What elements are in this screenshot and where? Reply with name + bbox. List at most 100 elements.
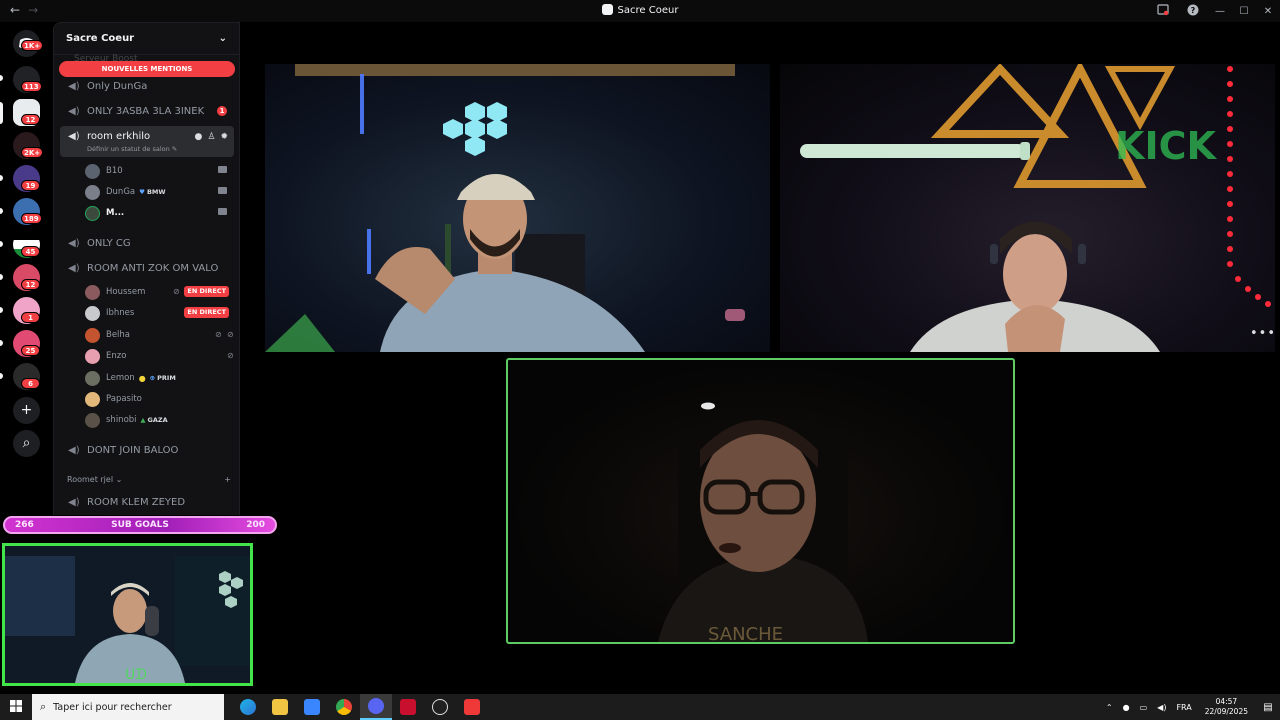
muted-mic-icon: ⊘ [215, 330, 222, 339]
selected-pip [0, 102, 3, 124]
avatar [85, 412, 100, 428]
member-name: B10 [106, 166, 123, 176]
server-badge: 6 [21, 378, 40, 389]
voice-channel-icon: ◀) [68, 131, 80, 142]
muted-mic-icon: ⊘ [227, 351, 234, 360]
svg-text:ᑌᗪ: ᑌᗪ [125, 667, 147, 683]
voice-member[interactable]: M... [85, 203, 233, 223]
unread-pip [0, 75, 3, 81]
svg-text:SANCHE: SANCHE [708, 624, 783, 642]
camera-icon [218, 208, 227, 215]
chrome-app-icon[interactable] [328, 694, 360, 720]
channel-room-erkhilo[interactable]: ◀) room erkhilo Définir un statut de sal… [60, 126, 234, 157]
member-name: shinobi [106, 415, 137, 425]
taskbar-search-box[interactable]: ⌕ Taper ici pour rechercher [32, 694, 224, 720]
voice-member[interactable]: shinobi ▲ GAZA [85, 410, 233, 430]
obs-app-icon[interactable] [424, 694, 456, 720]
channel-name: DONT JOIN BALOO [87, 444, 179, 456]
server-icon [601, 4, 613, 15]
server-badge: 1 [21, 312, 40, 323]
flag-icon: ▲ [140, 416, 146, 424]
windows-start-icon[interactable] [0, 699, 32, 715]
invite-user-icon[interactable]: ♙ [207, 132, 215, 142]
gear-icon[interactable]: ✹ [220, 132, 228, 142]
category-name: Roomet rjel ⌄ [67, 475, 123, 484]
chevron-down-icon: ⌄ [218, 33, 227, 44]
more-options-icon[interactable]: ••• [1250, 326, 1276, 341]
channel-only-3asba[interactable]: ◀) ONLY 3ASBA 3LA 3INEK 1 [60, 100, 234, 122]
windows-taskbar: ⌕ Taper ici pour rechercher ⌃ ● ▭ ◀) FRA… [0, 694, 1280, 720]
window-title-text: Sacre Coeur [617, 5, 679, 16]
voice-member[interactable]: Ibhnes ⊘ EN DIRECT [85, 303, 233, 323]
member-name: Lemon [106, 373, 135, 383]
category-roomet-rjel[interactable]: Roomet rjel ⌄ + [67, 475, 231, 484]
chevron-up-icon[interactable]: ⌃ [1106, 703, 1113, 712]
voice-member[interactable]: Houssem ⊘ ⊘ EN DIRECT [85, 282, 233, 302]
deafened-icon: ⊘ [227, 330, 234, 339]
video-tile-speaker[interactable]: SANCHE [506, 358, 1015, 644]
live-badge: EN DIRECT [184, 286, 229, 297]
discord-app-icon[interactable] [360, 694, 392, 720]
channel-sidebar: Sacre Coeur ⌄ Serveur Boost NOUVELLES ME… [53, 22, 240, 515]
unread-pip [0, 373, 3, 379]
minimize-button[interactable]: — [1208, 6, 1232, 17]
voice-member[interactable]: B10 [85, 161, 233, 181]
network-icon[interactable]: ▭ [1140, 703, 1148, 712]
system-tray: ⌃ ● ▭ ◀) FRA 04:57 22/09/2025 ▤ [1101, 694, 1280, 720]
help-icon[interactable]: ? [1178, 4, 1208, 19]
unread-pip [0, 274, 3, 280]
voice-member[interactable]: Lemon ● ⊕ PRIM [85, 368, 233, 388]
channel-status[interactable]: Définir un statut de salon ✎ [87, 145, 177, 153]
channel-room-anti-zok[interactable]: ◀) ROOM ANTI ZOK OM VALO [60, 257, 234, 279]
video-tile-streamer-a[interactable] [265, 64, 770, 352]
inbox-icon[interactable] [1148, 3, 1178, 19]
language-indicator[interactable]: FRA [1176, 703, 1191, 712]
heart-icon: ♥ [139, 188, 145, 196]
pinned-apps [232, 694, 488, 720]
channel-dont-join-baloo[interactable]: ◀) DONT JOIN BALOO [60, 439, 234, 461]
chat-bubble-icon[interactable]: ● [195, 132, 203, 142]
server-rail: 1K+ 113 12 2K+ 19 189 45 12 1 25 6 + ⌕ [0, 22, 53, 515]
voice-channel-icon: ◀) [68, 262, 80, 274]
vivaldi-app-icon[interactable] [456, 694, 488, 720]
volume-icon[interactable]: ◀) [1157, 703, 1166, 712]
voice-member[interactable]: DunGa ♥ BMW [85, 182, 233, 202]
channel-name: room erkhilo [87, 131, 151, 142]
server-badge: 12 [21, 114, 40, 125]
add-channel-icon[interactable]: + [224, 475, 231, 484]
video-tile-streamer-b[interactable]: KICK [780, 64, 1275, 352]
avatar [85, 184, 100, 200]
voice-member[interactable]: Enzo ⊘ [85, 346, 234, 366]
member-name: Enzo [106, 351, 127, 361]
member-tag-text: PRIM [157, 374, 176, 382]
server-header[interactable]: Sacre Coeur ⌄ [54, 23, 239, 55]
add-server-button[interactable]: + [13, 397, 40, 424]
member-tag: ♥ BMW [139, 188, 165, 196]
microphone-icon[interactable]: ● [1123, 703, 1130, 712]
channel-room-klem-zeyed[interactable]: ◀) ROOM KLEM ZEYED [60, 491, 234, 513]
unread-badge: 1 [217, 106, 227, 116]
maximize-button[interactable]: ☐ [1232, 6, 1256, 17]
file-explorer-icon[interactable] [264, 694, 296, 720]
member-tag-text: GAZA [147, 416, 168, 424]
channel-only-dunga[interactable]: ◀) Only DunGa [60, 75, 234, 97]
explore-servers-button[interactable]: ⌕ [13, 430, 40, 457]
voice-member[interactable]: Belha ⊘ ⊘ [85, 325, 234, 345]
video-feed: KICK [800, 64, 1271, 352]
clock[interactable]: 04:57 22/09/2025 [1205, 697, 1248, 717]
edge-app-icon[interactable] [232, 694, 264, 720]
member-name: DunGa [106, 187, 136, 197]
notification-icon[interactable]: ▤ [1256, 702, 1280, 713]
channel-only-cg[interactable]: ◀) ONLY CG [60, 232, 234, 254]
member-tag: ⊕ PRIM [150, 374, 176, 382]
streaming-app-icon[interactable] [392, 694, 424, 720]
channel-name: Only DunGa [87, 80, 148, 92]
voice-member[interactable]: Papasito [85, 389, 233, 409]
avatar [85, 327, 100, 343]
store-app-icon[interactable] [296, 694, 328, 720]
unread-pip [0, 340, 3, 346]
close-button[interactable]: ✕ [1256, 6, 1280, 17]
sub-goals-bar: 266 SUB GOALS 200 [3, 516, 277, 534]
video-feed: SANCHE [658, 402, 868, 642]
video-feed [265, 64, 745, 352]
